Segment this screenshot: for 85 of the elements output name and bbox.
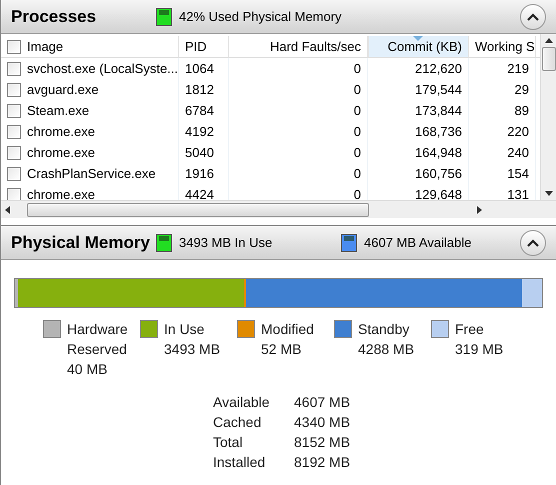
memory-chip-icon: [156, 8, 172, 26]
legend-label: Standby: [358, 320, 410, 339]
table-cell-text: 154: [507, 164, 529, 183]
table-cell-text: 240: [507, 144, 529, 162]
collapse-button[interactable]: [520, 230, 546, 256]
row-checkbox[interactable]: [7, 62, 21, 76]
column-header[interactable]: Working S: [469, 36, 536, 57]
table-cell-text: chrome.exe: [27, 144, 95, 162]
table-cell-text: 1916: [185, 164, 214, 183]
section-title: Physical Memory: [11, 232, 151, 254]
table-cell-text: 0: [354, 60, 361, 78]
memory-chip-icon: [341, 234, 357, 252]
table-cell-text: 0: [354, 164, 361, 183]
legend-value: 3493 MB: [164, 340, 222, 359]
column-header[interactable]: Commit (KB): [368, 36, 469, 57]
table-cell-text: 219: [507, 60, 529, 78]
row-checkbox[interactable]: [7, 146, 21, 160]
table-cell-text: 4192: [185, 122, 214, 141]
scroll-left-icon: [5, 206, 10, 214]
legend-label: Modified: [261, 320, 315, 339]
table-cell-text: CrashPlanService.exe: [27, 164, 156, 183]
table-cell-text: 6784: [185, 102, 214, 120]
chevron-up-icon: [527, 12, 539, 20]
table-cell-text: 168,736: [415, 122, 462, 141]
section-title: Processes: [11, 6, 98, 28]
table-cell-text: 212,620: [415, 60, 462, 78]
table-cell-text: 173,844: [415, 102, 462, 120]
table-cell-text: 0: [354, 122, 361, 141]
row-checkbox[interactable]: [7, 166, 21, 180]
scroll-down-icon: [544, 191, 553, 196]
table-cell-text: 0: [354, 80, 361, 99]
table-cell-text: 4424: [185, 186, 214, 200]
stat-value: 8192 MB: [294, 453, 352, 472]
table-cell-text: 89: [514, 102, 529, 120]
table-cell-text: 0: [354, 102, 361, 120]
table-cell-text: 1812: [185, 80, 214, 99]
collapse-button[interactable]: [520, 4, 546, 30]
row-checkbox[interactable]: [7, 82, 21, 96]
in-use-summary: 3493 MB In Use: [179, 234, 274, 252]
table-cell-text: svchost.exe (LocalSyste...: [27, 60, 178, 78]
legend-value: 52 MB: [261, 340, 302, 359]
table-cell-text: 131: [507, 186, 529, 200]
table-cell-text: 1064: [185, 60, 214, 78]
legend-value: 40 MB: [67, 360, 108, 379]
stat-label: Installed: [213, 453, 266, 472]
memory-summary: 42% Used Physical Memory: [179, 8, 342, 26]
table-cell-text: 179,544: [415, 80, 462, 99]
stat-value: 4340 MB: [294, 413, 352, 432]
table-cell-text: 0: [354, 186, 361, 200]
table-cell-text: chrome.exe: [27, 186, 95, 200]
row-checkbox[interactable]: [7, 188, 21, 200]
legend-value: 319 MB: [455, 340, 504, 359]
scrollbar-thumb[interactable]: [27, 202, 369, 216]
column-header[interactable]: PID: [179, 36, 229, 57]
legend-label: Free: [455, 320, 485, 339]
memory-chip-icon: [156, 234, 172, 252]
stat-value: 4607 MB: [294, 393, 352, 412]
stat-label: Total: [213, 433, 244, 452]
table-cell-text: chrome.exe: [27, 122, 95, 141]
legend-label: Hardware Reserved: [67, 320, 129, 359]
legend-label: In Use: [164, 320, 206, 339]
chevron-up-icon: [527, 238, 539, 246]
scroll-up-icon: [544, 38, 553, 43]
stat-label: Available: [213, 393, 271, 412]
scrollbar-thumb[interactable]: [542, 47, 556, 71]
scroll-right-icon: [477, 206, 482, 214]
table-cell-text: 29: [514, 80, 529, 99]
available-summary: 4607 MB Available: [364, 234, 472, 252]
legend-value: 4288 MB: [358, 340, 416, 359]
row-checkbox[interactable]: [7, 40, 21, 54]
row-checkbox[interactable]: [7, 104, 21, 118]
table-cell-text: 164,948: [415, 144, 462, 162]
table-cell-text: 0: [354, 144, 361, 162]
table-cell-text: Steam.exe: [27, 102, 90, 120]
stat-value: 8152 MB: [294, 433, 352, 452]
table-cell-text: 220: [507, 122, 529, 141]
row-checkbox[interactable]: [7, 124, 21, 138]
column-header[interactable]: Image: [1, 36, 179, 57]
horizontal-scrollbar[interactable]: [1, 200, 556, 218]
sort-arrow-icon: [412, 36, 423, 41]
table-cell-text: 5040: [185, 144, 214, 162]
table-cell-text: 160,756: [415, 164, 462, 183]
stat-label: Cached: [213, 413, 262, 432]
vertical-scrollbar[interactable]: [540, 34, 556, 200]
table-cell-text: avguard.exe: [27, 80, 99, 99]
